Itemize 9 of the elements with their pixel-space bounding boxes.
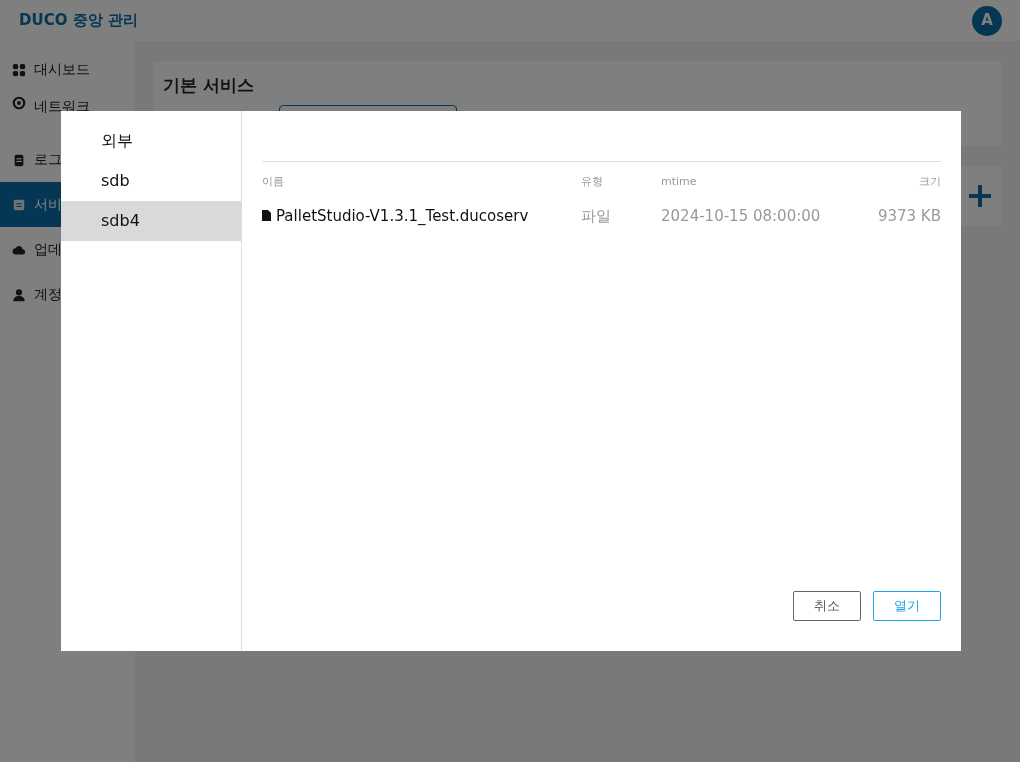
column-header: 크기	[918, 174, 941, 190]
file-type: 파일	[581, 205, 612, 227]
file-size: 9373 KB	[876, 205, 941, 227]
file-mtime: 2024-10-15 08:00:00	[661, 205, 822, 227]
column-header: 유형	[581, 174, 604, 190]
column-header: mtime	[661, 174, 698, 190]
app-title: DUCO 중앙 관리	[19, 10, 138, 32]
section-title: 기본 서비스	[163, 74, 255, 97]
column-header: 이름	[262, 174, 285, 190]
